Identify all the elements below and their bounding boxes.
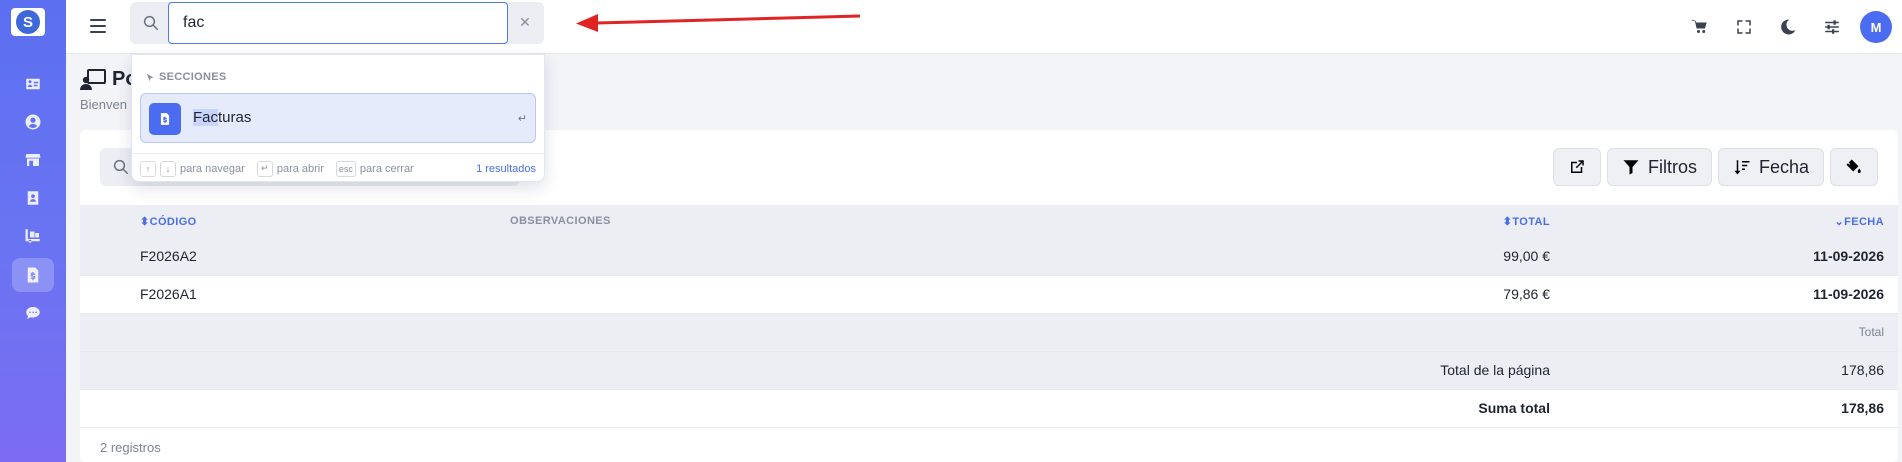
menu-icon[interactable] xyxy=(90,15,112,37)
close-hint: para cerrar xyxy=(359,162,414,175)
section-header: SECCIONES xyxy=(146,71,227,83)
cell-date: 11-09-2026 xyxy=(1550,275,1898,314)
logo-mark: S xyxy=(16,10,40,34)
date-label: Fecha xyxy=(1758,156,1809,177)
invoice-icon xyxy=(149,103,181,135)
contact-book-icon xyxy=(27,191,39,205)
sidebar-item-delivery[interactable] xyxy=(12,219,54,253)
sort-desc-icon xyxy=(1734,160,1750,175)
column-notes[interactable]: OBSERVACIONES xyxy=(510,205,1210,237)
search-input[interactable] xyxy=(168,2,508,44)
store-icon xyxy=(25,154,41,166)
cell-date: 11-09-2026 xyxy=(1550,237,1898,276)
column-code[interactable]: ⬍CÓDIGO xyxy=(80,205,510,237)
sidebar-item-users[interactable] xyxy=(12,105,54,139)
search-result-facturas[interactable]: Facturas ↵ xyxy=(140,93,536,143)
cell-total: 99,00 € xyxy=(1210,237,1550,276)
clear-search-icon[interactable]: ✕ xyxy=(516,13,534,31)
dropdown-footer: ↑ ↓ para navegar ↵ para abrir esc para c… xyxy=(132,153,544,183)
search-icon xyxy=(113,159,129,175)
page-subtitle: Bienven xyxy=(80,97,127,112)
avatar[interactable]: M xyxy=(1860,11,1892,43)
sidebar-item-contacts-book[interactable] xyxy=(12,181,54,215)
cart-button[interactable] xyxy=(1678,5,1722,49)
export-button[interactable] xyxy=(1552,148,1601,186)
cell-notes xyxy=(510,237,1210,276)
teacher-board-icon xyxy=(80,68,106,90)
sidebar-item-invoices[interactable] xyxy=(12,258,54,292)
arrow-down-key: ↓ xyxy=(160,160,176,177)
moon-icon xyxy=(1781,19,1796,35)
footer-total-label: Total xyxy=(1550,313,1898,352)
chat-icon xyxy=(26,307,40,319)
open-hint: para abrir xyxy=(276,162,324,175)
settings-button[interactable] xyxy=(1810,5,1854,49)
dark-mode-button[interactable] xyxy=(1766,5,1810,49)
external-link-icon xyxy=(1570,160,1584,173)
table-header-row: ⬍CÓDIGO OBSERVACIONES ⬍TOTAL ⌄FECHA xyxy=(80,205,1898,237)
sliders-icon xyxy=(1825,20,1839,34)
app-logo[interactable]: S xyxy=(11,8,45,36)
clear-filters-button[interactable] xyxy=(1830,148,1878,186)
filters-button[interactable]: Filtros xyxy=(1606,148,1712,186)
cell-code: F2026A1 xyxy=(80,275,510,314)
sidebar: S xyxy=(0,0,66,462)
cell-notes xyxy=(510,275,1210,314)
table-toolbar: Filtros Fecha xyxy=(1552,148,1878,186)
search-icon xyxy=(143,15,159,31)
top-right-actions: M xyxy=(1678,0,1902,54)
arrow-up-key: ↑ xyxy=(140,160,156,177)
cell-code: F2026A2 xyxy=(80,237,510,276)
annotation-arrow xyxy=(576,14,861,32)
cell-total: 79,86 € xyxy=(1210,275,1550,314)
filters-label: Filtros xyxy=(1647,156,1697,177)
enter-key: ↵ xyxy=(256,160,273,177)
dolly-icon xyxy=(25,229,40,243)
global-search: ✕ xyxy=(130,2,544,44)
section-label: SECCIONES xyxy=(159,71,227,83)
footer-header-row: Total xyxy=(80,313,1898,352)
paint-bucket-icon xyxy=(1846,159,1861,173)
table-row[interactable]: F2026A2 99,00 € 11-09-2026 xyxy=(80,237,1898,276)
column-total[interactable]: ⬍TOTAL xyxy=(1210,205,1550,237)
fullscreen-icon xyxy=(1737,20,1751,34)
result-label: Facturas xyxy=(193,109,252,126)
cart-icon xyxy=(1691,20,1707,33)
page-total-row: Total de la página 178,86 xyxy=(80,351,1898,390)
enter-icon: ↵ xyxy=(517,113,527,125)
invoice-icon xyxy=(27,267,39,283)
sidebar-item-store[interactable] xyxy=(12,143,54,177)
sum-total-value: 178,86 xyxy=(1550,389,1898,428)
navigate-hint: para navegar xyxy=(180,162,245,175)
page-total-value: 178,86 xyxy=(1550,351,1898,390)
filter-icon xyxy=(1623,160,1639,175)
sum-total-label: Suma total xyxy=(1210,389,1550,428)
sidebar-item-contacts[interactable] xyxy=(12,67,54,101)
page-heading: Po Bienven xyxy=(80,68,138,112)
top-bar: ✕ M xyxy=(66,0,1902,54)
esc-key: esc xyxy=(335,160,356,177)
user-circle-icon xyxy=(25,114,41,130)
results-count: 1 resultados xyxy=(476,162,536,175)
id-card-icon xyxy=(26,78,40,90)
sidebar-item-messages[interactable] xyxy=(12,296,54,330)
date-sort-button[interactable]: Fecha xyxy=(1717,148,1824,186)
fullscreen-button[interactable] xyxy=(1722,5,1766,49)
table-row[interactable]: F2026A1 79,86 € 11-09-2026 xyxy=(80,275,1898,314)
page-total-label: Total de la página xyxy=(1210,351,1550,390)
records-count: 2 registros xyxy=(100,440,161,455)
search-results-dropdown: SECCIONES Facturas ↵ ↑ ↓ para navegar ↵ … xyxy=(131,54,545,182)
sum-total-row: Suma total 178,86 xyxy=(80,389,1898,428)
column-date[interactable]: ⌄FECHA xyxy=(1550,205,1898,237)
pointer-icon xyxy=(146,73,154,81)
invoices-table: ⬍CÓDIGO OBSERVACIONES ⬍TOTAL ⌄FECHA F202… xyxy=(80,205,1898,428)
